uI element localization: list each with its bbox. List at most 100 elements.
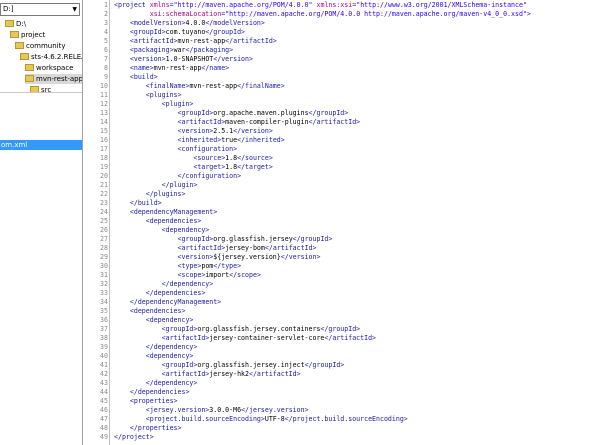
code-line[interactable]: <dependency> <box>114 316 194 325</box>
tree-folder-item[interactable]: project <box>10 30 82 40</box>
code-line[interactable]: <project.build.sourceEncoding>UTF-8</pro… <box>114 415 408 424</box>
code-line[interactable]: <project xmlns="http://maven.apache.org/… <box>114 1 527 10</box>
code-line[interactable]: <groupId>org.glassfish.jersey.containers… <box>114 325 361 334</box>
line-number: 36 <box>100 316 108 324</box>
xml-tag: </configuration> <box>177 172 242 180</box>
tree-folder-item[interactable]: mvn-rest-app <box>25 74 82 84</box>
xml-tag: <plugin> <box>161 100 194 108</box>
xml-tag: </source> <box>237 154 273 162</box>
code-line[interactable]: </dependency> <box>114 379 198 388</box>
line-number: 2 <box>104 10 108 18</box>
tree-folder-item[interactable]: src <box>30 85 82 95</box>
line-number: 40 <box>100 352 108 360</box>
code-line[interactable]: <scope>import</scope> <box>114 271 261 280</box>
code-line[interactable]: <groupId>com.tuyano</groupId> <box>114 28 245 37</box>
code-line[interactable]: </dependencyManagement> <box>114 298 221 307</box>
file-explorer-pane: D:] ▼ D:\ project community sts-4.6.2.RELEA… <box>0 0 83 445</box>
tree-folder-item[interactable]: community <box>15 41 82 51</box>
code-line[interactable]: <artifactId>mvn-rest-app</artifactId> <box>114 37 277 46</box>
code-line[interactable]: xsi:schemaLocation="http://maven.apache.… <box>114 10 531 19</box>
code-line[interactable]: <packaging>war</packaging> <box>114 46 233 55</box>
code-line[interactable]: <groupId>org.apache.maven.plugins</group… <box>114 109 349 118</box>
code-line[interactable]: <configuration> <box>114 145 238 154</box>
code-line[interactable]: <plugin> <box>114 100 194 109</box>
xml-tag: </artifactId> <box>248 370 301 378</box>
code-line[interactable]: <plugins> <box>114 91 182 100</box>
code-editor[interactable]: 1 2 3 4 5 6 7 8 9 10 11 12 13 14 15 16 17 18 19 20 21 22 23 24 2… <box>86 0 591 445</box>
code-line[interactable]: <build> <box>114 73 158 82</box>
xml-tag: <groupId> <box>161 361 198 369</box>
line-number: 12 <box>100 100 108 108</box>
code-line[interactable]: <source>1.8</source> <box>114 154 273 163</box>
xml-tag: <dependencies> <box>129 307 186 315</box>
xml-attribute-value: "http://www.w3.org/2001/XMLSchema-instan… <box>356 1 527 9</box>
code-line[interactable]: <dependency> <box>114 352 194 361</box>
code-line[interactable]: <groupId>org.glassfish.jersey</groupId> <box>114 235 333 244</box>
code-line[interactable]: <dependencies> <box>114 307 186 316</box>
gutter-divider <box>109 0 110 445</box>
code-line[interactable]: <artifactId>jersey-container-servlet-cor… <box>114 334 376 343</box>
line-number: 9 <box>104 73 108 81</box>
xml-tag: </target> <box>237 163 273 171</box>
code-line[interactable]: <dependencyManagement> <box>114 208 217 217</box>
xml-tag: <project <box>114 1 150 9</box>
code-line[interactable]: <target>1.8</target> <box>114 163 273 172</box>
line-number: 22 <box>100 190 108 198</box>
xml-text: org.glassfish.jersey.inject <box>197 361 305 369</box>
code-line[interactable]: </dependency> <box>114 280 214 289</box>
code-line[interactable]: <modelVersion>4.0.0</modelVersion> <box>114 19 265 28</box>
code-line[interactable]: <artifactId>jersey-bom</artifactId> <box>114 244 317 253</box>
tree-folder-label: sts-4.6.2.RELEASE <box>31 53 82 61</box>
code-line[interactable]: <dependencies> <box>114 217 202 226</box>
code-line[interactable]: <jersey.version>3.0.0-M6</jersey.version… <box>114 406 309 415</box>
code-line[interactable]: <groupId>org.glassfish.jersey.inject</gr… <box>114 361 345 370</box>
line-number: 23 <box>100 199 108 207</box>
tree-folder-item[interactable]: workspace <box>25 63 82 73</box>
code-line[interactable]: </dependencies> <box>114 289 206 298</box>
code-line[interactable]: <name>mvn-rest-app</name> <box>114 64 229 73</box>
line-number: 25 <box>100 217 108 225</box>
tree-folder-item[interactable]: D:\ <box>5 19 82 29</box>
xml-tag: </finalName> <box>237 82 285 90</box>
line-number: 27 <box>100 235 108 243</box>
code-line[interactable]: <inherited>true</inherited> <box>114 136 285 145</box>
code-line[interactable]: </project> <box>114 433 154 442</box>
code-line[interactable]: <version>${jersey.version}</version> <box>114 253 321 262</box>
xml-tag: <artifactId> <box>177 118 226 126</box>
code-line[interactable]: </configuration> <box>114 172 242 181</box>
xml-text: com.tuyano <box>165 28 206 36</box>
xml-tag: </groupId> <box>292 235 333 243</box>
selected-file-item[interactable]: om.xml <box>0 140 82 150</box>
code-line[interactable]: </dependencies> <box>114 388 190 397</box>
code-line[interactable]: </plugins> <box>114 190 186 199</box>
chevron-down-icon[interactable]: ▼ <box>72 4 77 15</box>
code-line[interactable]: <version>2.5.1</version> <box>114 127 273 136</box>
code-line[interactable]: </dependency> <box>114 343 198 352</box>
code-line[interactable]: </build> <box>114 199 162 208</box>
code-line[interactable]: <artifactId>jersey-hk2</artifactId> <box>114 370 301 379</box>
xml-tag: > <box>526 10 531 18</box>
drive-label: D:] <box>3 5 14 13</box>
drive-selector[interactable]: D:] ▼ <box>0 3 80 16</box>
code-line[interactable]: <version>1.0-SNAPSHOT</version> <box>114 55 253 64</box>
line-number: 11 <box>100 91 108 99</box>
code-line[interactable]: <properties> <box>114 397 178 406</box>
xml-text: 3.0.0-M6 <box>209 406 242 414</box>
line-number: 15 <box>100 127 108 135</box>
code-line[interactable]: </properties> <box>114 424 182 433</box>
line-number: 17 <box>100 145 108 153</box>
tree-folder-item[interactable]: sts-4.6.2.RELEASE <box>20 52 82 62</box>
line-number: 1 <box>104 1 108 9</box>
xml-text: 1.0-SNAPSHOT <box>165 55 214 63</box>
code-line[interactable]: </plugin> <box>114 181 198 190</box>
code-line[interactable]: <type>pom</type> <box>114 262 242 271</box>
xml-attribute-value: "http://maven.apache.org/POM/4.0.0" <box>173 1 313 9</box>
code-line[interactable]: <artifactId>maven-compiler-plugin</artif… <box>114 118 361 127</box>
xml-attribute: xmlns:xsi <box>316 1 353 9</box>
xml-tag: </scope> <box>229 271 261 279</box>
folder-icon <box>5 20 14 27</box>
code-line[interactable]: <finalName>mvn-rest-app</finalName> <box>114 82 285 91</box>
code-line[interactable]: <dependency> <box>114 226 210 235</box>
xml-text: mvn-rest-app <box>153 64 202 72</box>
line-number-gutter: 1 2 3 4 5 6 7 8 9 10 11 12 13 14 15 16 17 18 19 20 21 22 23 24 2… <box>86 0 108 445</box>
